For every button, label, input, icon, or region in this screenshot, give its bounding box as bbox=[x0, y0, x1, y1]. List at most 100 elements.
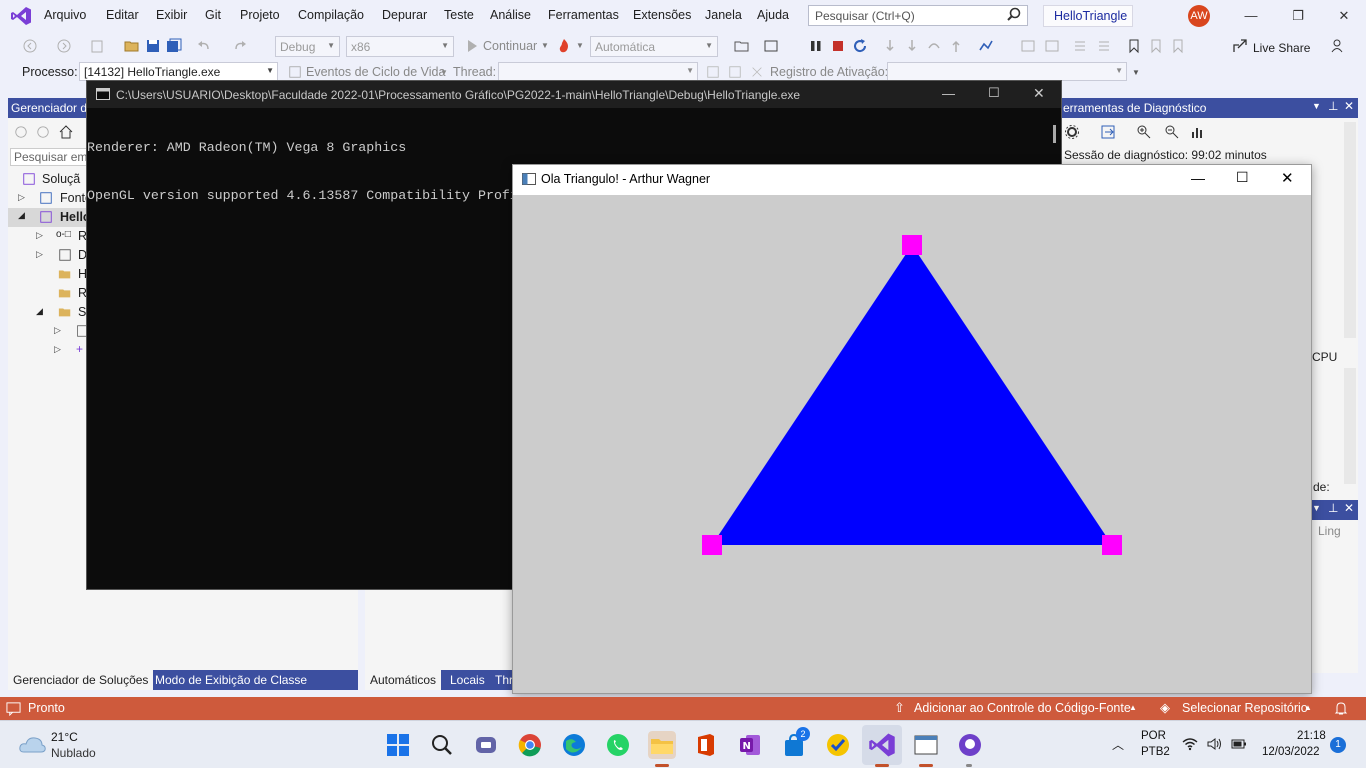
step-into-icon[interactable] bbox=[882, 38, 898, 54]
chevron-up-icon[interactable]: ▲ bbox=[1304, 703, 1312, 712]
menu-exibir[interactable]: Exibir bbox=[156, 8, 187, 22]
collapse-arrow-icon[interactable]: ◢ bbox=[36, 306, 43, 317]
close-icon[interactable]: ✕ bbox=[1344, 99, 1354, 113]
vertical-scrollbar[interactable] bbox=[1344, 368, 1356, 484]
opengl-window[interactable]: Ola Triangulo! - Arthur Wagner — ☐ ✕ bbox=[512, 164, 1312, 694]
onenote-icon[interactable]: N bbox=[736, 731, 764, 759]
redo-icon[interactable] bbox=[232, 38, 248, 54]
console-scrollbar[interactable] bbox=[1053, 125, 1056, 143]
battery-icon[interactable] bbox=[1231, 737, 1247, 751]
step-out-icon[interactable] bbox=[948, 38, 964, 54]
minimize-icon[interactable]: — bbox=[1243, 8, 1259, 24]
tab-solution-explorer[interactable]: Gerenciador de Soluções bbox=[8, 670, 154, 690]
expand-arrow-icon[interactable]: ▷ bbox=[36, 249, 43, 260]
menu-analise[interactable]: Análise bbox=[490, 8, 531, 22]
continue-button[interactable]: Continuar bbox=[483, 39, 537, 53]
flag-thread-icon[interactable] bbox=[706, 65, 720, 79]
step-back-icon[interactable] bbox=[926, 38, 942, 54]
new-project-icon[interactable] bbox=[90, 38, 106, 54]
select-repo-button[interactable]: Selecionar Repositório bbox=[1182, 701, 1308, 715]
stack-frame-select[interactable]: ▼ bbox=[887, 62, 1127, 81]
back-icon[interactable] bbox=[14, 125, 28, 139]
chevron-down-icon[interactable]: ▼ bbox=[1312, 101, 1321, 111]
minimize-icon[interactable]: — bbox=[942, 86, 955, 101]
pin-icon[interactable]: ⊥ bbox=[1328, 99, 1338, 113]
settings-gear-icon[interactable] bbox=[1064, 124, 1080, 140]
uncomment-icon[interactable] bbox=[1096, 38, 1112, 54]
live-share-icon[interactable] bbox=[1232, 38, 1248, 54]
play-icon[interactable] bbox=[464, 38, 480, 54]
live-share-button[interactable]: Live Share bbox=[1253, 41, 1310, 55]
console-titlebar[interactable]: C:\Users\USUARIO\Desktop\Faculdade 2022-… bbox=[87, 81, 1061, 108]
windows-start-icon[interactable] bbox=[384, 731, 412, 759]
thread-select[interactable]: ▼ bbox=[498, 62, 698, 81]
maximize-icon[interactable]: ☐ bbox=[988, 85, 1000, 101]
output-icon[interactable] bbox=[6, 701, 21, 716]
clock-time[interactable]: 21:18 bbox=[1297, 730, 1326, 742]
chevron-down-icon[interactable]: ▼ bbox=[440, 68, 448, 77]
thread-dropdown[interactable]: Automática ▼ bbox=[590, 36, 718, 57]
layout-icon[interactable] bbox=[763, 38, 779, 54]
chevron-up-icon[interactable]: ▲ bbox=[1129, 703, 1137, 712]
threads-icon[interactable] bbox=[1044, 38, 1060, 54]
todo-icon[interactable] bbox=[824, 731, 852, 759]
expand-arrow-icon[interactable]: ▷ bbox=[54, 325, 61, 336]
toolbar-overflow-icon[interactable]: ▼ bbox=[1132, 68, 1140, 77]
teams-chat-icon[interactable] bbox=[472, 731, 500, 759]
configuration-dropdown[interactable]: Debug ▼ bbox=[275, 36, 340, 57]
repository-icon[interactable]: ◈ bbox=[1160, 700, 1170, 716]
notification-bell-icon[interactable] bbox=[1334, 701, 1348, 716]
expand-arrow-icon[interactable]: ▷ bbox=[36, 230, 43, 241]
chevron-down-icon[interactable]: ▼ bbox=[576, 41, 584, 50]
chrome-icon[interactable] bbox=[516, 731, 544, 759]
file-explorer-icon[interactable] bbox=[648, 731, 676, 759]
zoom-in-icon[interactable] bbox=[1136, 124, 1152, 140]
home-icon[interactable] bbox=[58, 124, 74, 140]
restart-icon[interactable] bbox=[852, 38, 868, 54]
menu-teste[interactable]: Teste bbox=[444, 8, 474, 22]
whatsapp-icon[interactable] bbox=[604, 731, 632, 759]
expand-arrow-icon[interactable]: ▷ bbox=[54, 344, 61, 355]
chevron-down-icon[interactable]: ▼ bbox=[541, 41, 549, 50]
opengl-titlebar[interactable]: Ola Triangulo! - Arthur Wagner — ☐ ✕ bbox=[513, 165, 1311, 195]
feedback-icon[interactable] bbox=[1330, 38, 1346, 54]
menu-janela[interactable]: Janela bbox=[705, 8, 742, 22]
back-icon[interactable] bbox=[22, 38, 38, 54]
close-icon[interactable]: ✕ bbox=[1344, 501, 1354, 515]
menu-extensoes[interactable]: Extensões bbox=[633, 8, 691, 22]
chart-icon[interactable] bbox=[1190, 124, 1206, 140]
vertical-scrollbar[interactable] bbox=[1344, 122, 1356, 338]
flag-all-icon[interactable] bbox=[728, 65, 742, 79]
github-icon[interactable] bbox=[956, 731, 984, 759]
office-icon[interactable] bbox=[692, 731, 720, 759]
edge-icon[interactable] bbox=[560, 731, 588, 759]
folder-view-icon[interactable] bbox=[734, 38, 750, 54]
visual-studio-icon[interactable] bbox=[868, 731, 896, 759]
minimize-icon[interactable]: — bbox=[1191, 170, 1205, 186]
tree-item-solution[interactable]: Soluçã bbox=[42, 172, 80, 186]
menu-git[interactable]: Git bbox=[205, 8, 221, 22]
close-icon[interactable]: ✕ bbox=[1281, 169, 1294, 187]
stop-icon[interactable] bbox=[830, 38, 846, 54]
notification-count-badge[interactable]: 1 bbox=[1330, 737, 1346, 753]
hellotriangle-app-icon[interactable] bbox=[912, 731, 940, 759]
menu-projeto[interactable]: Projeto bbox=[240, 8, 280, 22]
search-icon[interactable] bbox=[428, 731, 456, 759]
close-icon[interactable]: ✕ bbox=[1033, 85, 1045, 102]
pin-icon[interactable]: ⊥ bbox=[1328, 501, 1338, 515]
hex-display-icon[interactable] bbox=[1020, 38, 1036, 54]
visual-studio-logo-icon[interactable] bbox=[10, 6, 32, 26]
language-indicator[interactable]: POR bbox=[1141, 730, 1166, 742]
weather-desc[interactable]: Nublado bbox=[51, 746, 96, 760]
platform-dropdown[interactable]: x86 ▼ bbox=[346, 36, 454, 57]
step-over-icon[interactable] bbox=[904, 38, 920, 54]
clock-date[interactable]: 12/03/2022 bbox=[1262, 746, 1320, 758]
menu-arquivo[interactable]: Arquivo bbox=[44, 8, 86, 22]
open-folder-icon[interactable] bbox=[124, 38, 140, 54]
lifecycle-events-button[interactable]: Eventos de Ciclo de Vida bbox=[306, 65, 445, 79]
keyboard-layout-indicator[interactable]: PTB2 bbox=[1141, 746, 1170, 758]
diagnostic-icon[interactable] bbox=[978, 38, 994, 54]
avatar[interactable]: AW bbox=[1188, 5, 1210, 27]
volume-icon[interactable] bbox=[1207, 737, 1223, 751]
source-control-button[interactable]: Adicionar ao Controle do Código-Fonte bbox=[914, 701, 1131, 715]
